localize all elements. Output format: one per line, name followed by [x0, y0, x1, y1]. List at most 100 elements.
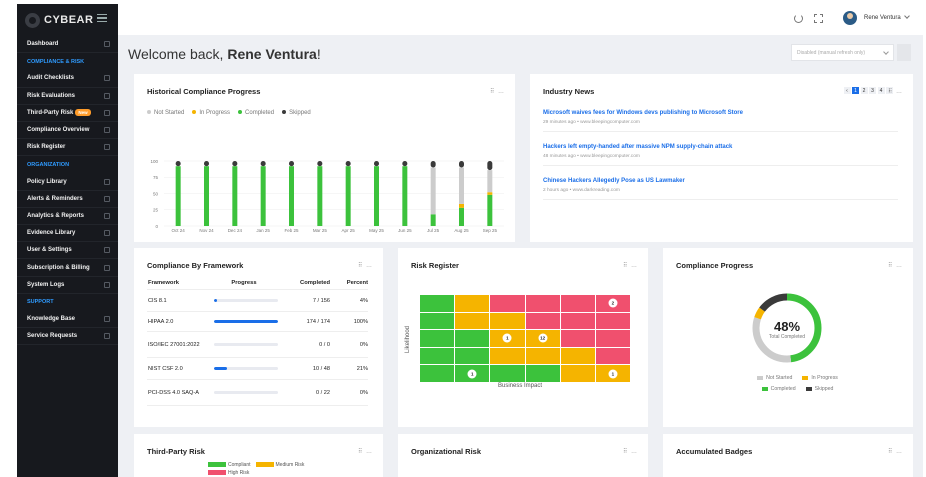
legend-item[interactable]: Skipped — [282, 110, 311, 116]
risk-cell[interactable] — [560, 365, 595, 382]
risk-cell[interactable] — [420, 295, 455, 312]
risk-cell[interactable] — [455, 312, 490, 330]
sidebar-item-compliance-overview[interactable]: Compliance Overview — [17, 122, 118, 140]
sidebar-item-system-logs[interactable]: System Logs — [17, 277, 118, 294]
legend-item[interactable]: Compliant — [208, 462, 251, 468]
risk-cell[interactable] — [595, 312, 630, 330]
card-menu-icon[interactable]: ⠿ … — [888, 262, 903, 269]
table-row[interactable]: NIST CSF 2.0 10 / 48 21% — [147, 358, 368, 380]
risk-cell[interactable]: 1 — [490, 330, 525, 347]
avatar[interactable] — [843, 11, 857, 25]
sidebar-item-alerts-reminders[interactable]: Alerts & Reminders — [17, 191, 118, 208]
bar-not-started[interactable] — [487, 170, 493, 193]
sidebar-item-evidence-library[interactable]: Evidence Library — [17, 225, 118, 243]
bar-skipped[interactable] — [374, 161, 379, 167]
bar-skipped[interactable] — [317, 161, 323, 167]
bar-completed[interactable] — [374, 166, 379, 226]
page-button[interactable]: 4 — [877, 87, 885, 94]
risk-cell[interactable] — [420, 312, 455, 330]
bar-completed[interactable] — [459, 207, 464, 226]
table-row[interactable]: CIS 8.1 7 / 156 4% — [147, 290, 368, 312]
sidebar-item-service-requests[interactable]: Service Requests — [17, 328, 118, 346]
brand-logo[interactable]: CYBEAR — [25, 12, 93, 28]
bar-skipped[interactable] — [204, 161, 209, 167]
bar-completed[interactable] — [345, 166, 351, 226]
bar-completed[interactable] — [260, 166, 266, 226]
bar-completed[interactable] — [175, 166, 181, 226]
news-title-link[interactable]: Microsoft waives fees for Windows devs p… — [543, 110, 898, 116]
risk-cell[interactable] — [560, 330, 595, 347]
risk-cell[interactable] — [595, 330, 630, 347]
bar-not-started[interactable] — [459, 167, 464, 204]
risk-cell[interactable] — [525, 365, 560, 382]
risk-cell[interactable]: 1 — [455, 365, 490, 382]
risk-cell[interactable] — [490, 365, 525, 382]
page-button[interactable]: 1 — [852, 87, 859, 94]
bar-completed[interactable] — [204, 166, 209, 226]
sidebar-item-user-settings[interactable]: User & Settings — [17, 242, 118, 260]
risk-cell[interactable] — [420, 330, 455, 347]
risk-count-marker[interactable]: 2 — [608, 298, 618, 308]
legend-item[interactable]: High Risk — [208, 470, 249, 476]
sidebar-item-policy-library[interactable]: Policy Library — [17, 174, 118, 191]
risk-cell[interactable] — [525, 312, 560, 330]
table-row[interactable]: ISO/IEC 27001:2022 0 / 0 0% — [147, 332, 368, 358]
card-menu-icon[interactable]: ⠿ … — [490, 88, 505, 95]
risk-cell[interactable] — [455, 295, 490, 312]
sidebar-item-risk-register[interactable]: Risk Register — [17, 139, 118, 157]
bar-completed[interactable] — [487, 194, 493, 226]
risk-cell[interactable] — [455, 330, 490, 347]
legend-item[interactable]: Not Started — [757, 375, 792, 381]
card-menu-icon[interactable]: ⠿ … — [888, 448, 903, 455]
risk-count-marker[interactable]: 1 — [467, 369, 477, 379]
card-menu-icon[interactable]: ⠿ … — [888, 88, 903, 95]
risk-cell[interactable] — [525, 347, 560, 365]
news-title-link[interactable]: Chinese Hackers Allegedly Pose as US Law… — [543, 178, 898, 184]
card-menu-icon[interactable]: ⠿ … — [358, 262, 373, 269]
news-title-link[interactable]: Hackers left empty-handed after massive … — [543, 144, 898, 150]
risk-cell[interactable]: 2 — [595, 295, 630, 312]
bar-in-progress[interactable] — [487, 192, 493, 195]
bar-skipped[interactable] — [260, 161, 266, 167]
risk-cell[interactable] — [490, 347, 525, 365]
bar-completed[interactable] — [232, 166, 238, 226]
card-menu-icon[interactable]: ⠿ … — [623, 262, 638, 269]
table-row[interactable]: HIPAA 2.0 174 / 174 100% — [147, 312, 368, 332]
card-menu-icon[interactable]: ⠿ … — [358, 448, 373, 455]
bar-skipped[interactable] — [232, 161, 238, 167]
sidebar-item-audit-checklists[interactable]: Audit Checklists — [17, 70, 118, 88]
risk-cell[interactable] — [595, 347, 630, 365]
bar-completed[interactable] — [430, 214, 436, 226]
sidebar-item-third-party-risk[interactable]: Third-Party Risk New — [17, 105, 118, 122]
risk-cell[interactable]: 1 — [595, 365, 630, 382]
bar-skipped[interactable] — [402, 161, 408, 167]
legend-item[interactable]: Completed — [761, 386, 796, 392]
risk-cell[interactable] — [420, 347, 455, 365]
bar-skipped[interactable] — [430, 161, 436, 168]
risk-count-marker[interactable]: 1 — [502, 333, 512, 343]
sidebar-item-dashboard[interactable]: Dashboard — [17, 36, 118, 54]
legend-item[interactable]: Medium Risk — [255, 462, 304, 468]
bar-completed[interactable] — [317, 166, 323, 226]
chevron-down-icon[interactable] — [904, 13, 910, 19]
bar-skipped[interactable] — [487, 161, 493, 171]
risk-cell[interactable] — [560, 347, 595, 365]
bar-in-progress[interactable] — [459, 203, 464, 208]
risk-cell[interactable]: 12 — [525, 330, 560, 347]
risk-cell[interactable] — [490, 295, 525, 312]
risk-count-marker[interactable]: 12 — [538, 333, 548, 343]
bar-skipped[interactable] — [289, 161, 294, 167]
risk-cell[interactable] — [490, 312, 525, 330]
refresh-icon[interactable] — [794, 14, 803, 23]
page-button[interactable]: ‹ — [843, 87, 851, 94]
user-name[interactable]: Rene Ventura — [864, 15, 901, 21]
bar-completed[interactable] — [402, 166, 408, 226]
legend-item[interactable]: Not Started — [147, 110, 184, 116]
sidebar-item-knowledge-base[interactable]: Knowledge Base — [17, 311, 118, 329]
legend-item[interactable]: In Progress — [802, 375, 838, 381]
page-button[interactable]: 2 — [860, 87, 868, 94]
menu-toggle-icon[interactable] — [97, 14, 107, 22]
legend-item[interactable]: Completed — [238, 110, 274, 116]
sidebar-item-risk-evaluations[interactable]: Risk Evaluations — [17, 88, 118, 105]
risk-cell[interactable] — [420, 365, 455, 382]
